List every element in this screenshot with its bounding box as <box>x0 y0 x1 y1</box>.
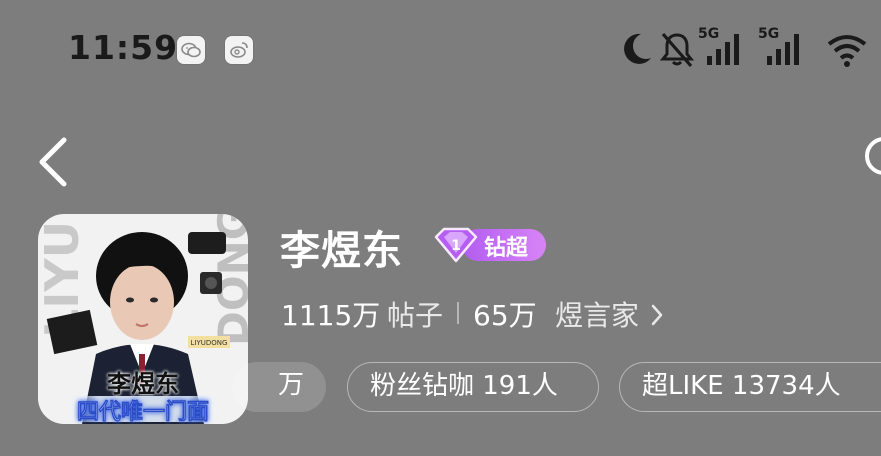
share-button[interactable] <box>862 134 881 182</box>
diamond-icon: 1 <box>434 227 478 263</box>
fans-link[interactable] <box>472 294 672 334</box>
weibo-icon <box>225 36 253 64</box>
back-button[interactable] <box>30 134 80 190</box>
bell-muted-icon <box>659 32 695 68</box>
vip-badge[interactable]: 1 钻超 <box>432 225 548 265</box>
chip-partial[interactable]: 万 <box>232 362 326 412</box>
status-time: 11:59 <box>68 28 179 67</box>
chip-fans-diamond[interactable]: 粉丝钻咖 191人 <box>347 362 599 412</box>
stats-divider <box>457 302 459 324</box>
moon-icon <box>624 33 651 64</box>
chevron-left-icon <box>39 137 67 187</box>
wechat-icon <box>177 36 205 64</box>
share-icon <box>865 137 881 175</box>
status-bar: 11:59 5G 5G <box>0 0 881 100</box>
chip-super-like[interactable]: 超LIKE 13734人 <box>619 362 881 412</box>
network-label: 5G <box>698 26 720 42</box>
svg-text:1: 1 <box>451 238 461 254</box>
avatar[interactable]: LIYU DONG LIYUDONG 李煜东 四代唯一门面 <box>38 214 248 424</box>
avatar-caption-tag: 四代唯一门面 <box>76 399 210 424</box>
network-label: 5G <box>758 26 780 42</box>
vip-badge-label: 钻超 <box>484 236 529 261</box>
profile-name: 李煜东 <box>280 228 403 274</box>
posts-count: 1115万 <box>281 299 381 332</box>
posts-label: 帖子 <box>387 299 444 332</box>
wifi-icon <box>827 35 867 67</box>
svg-text:LIYUDONG: LIYUDONG <box>191 339 228 347</box>
